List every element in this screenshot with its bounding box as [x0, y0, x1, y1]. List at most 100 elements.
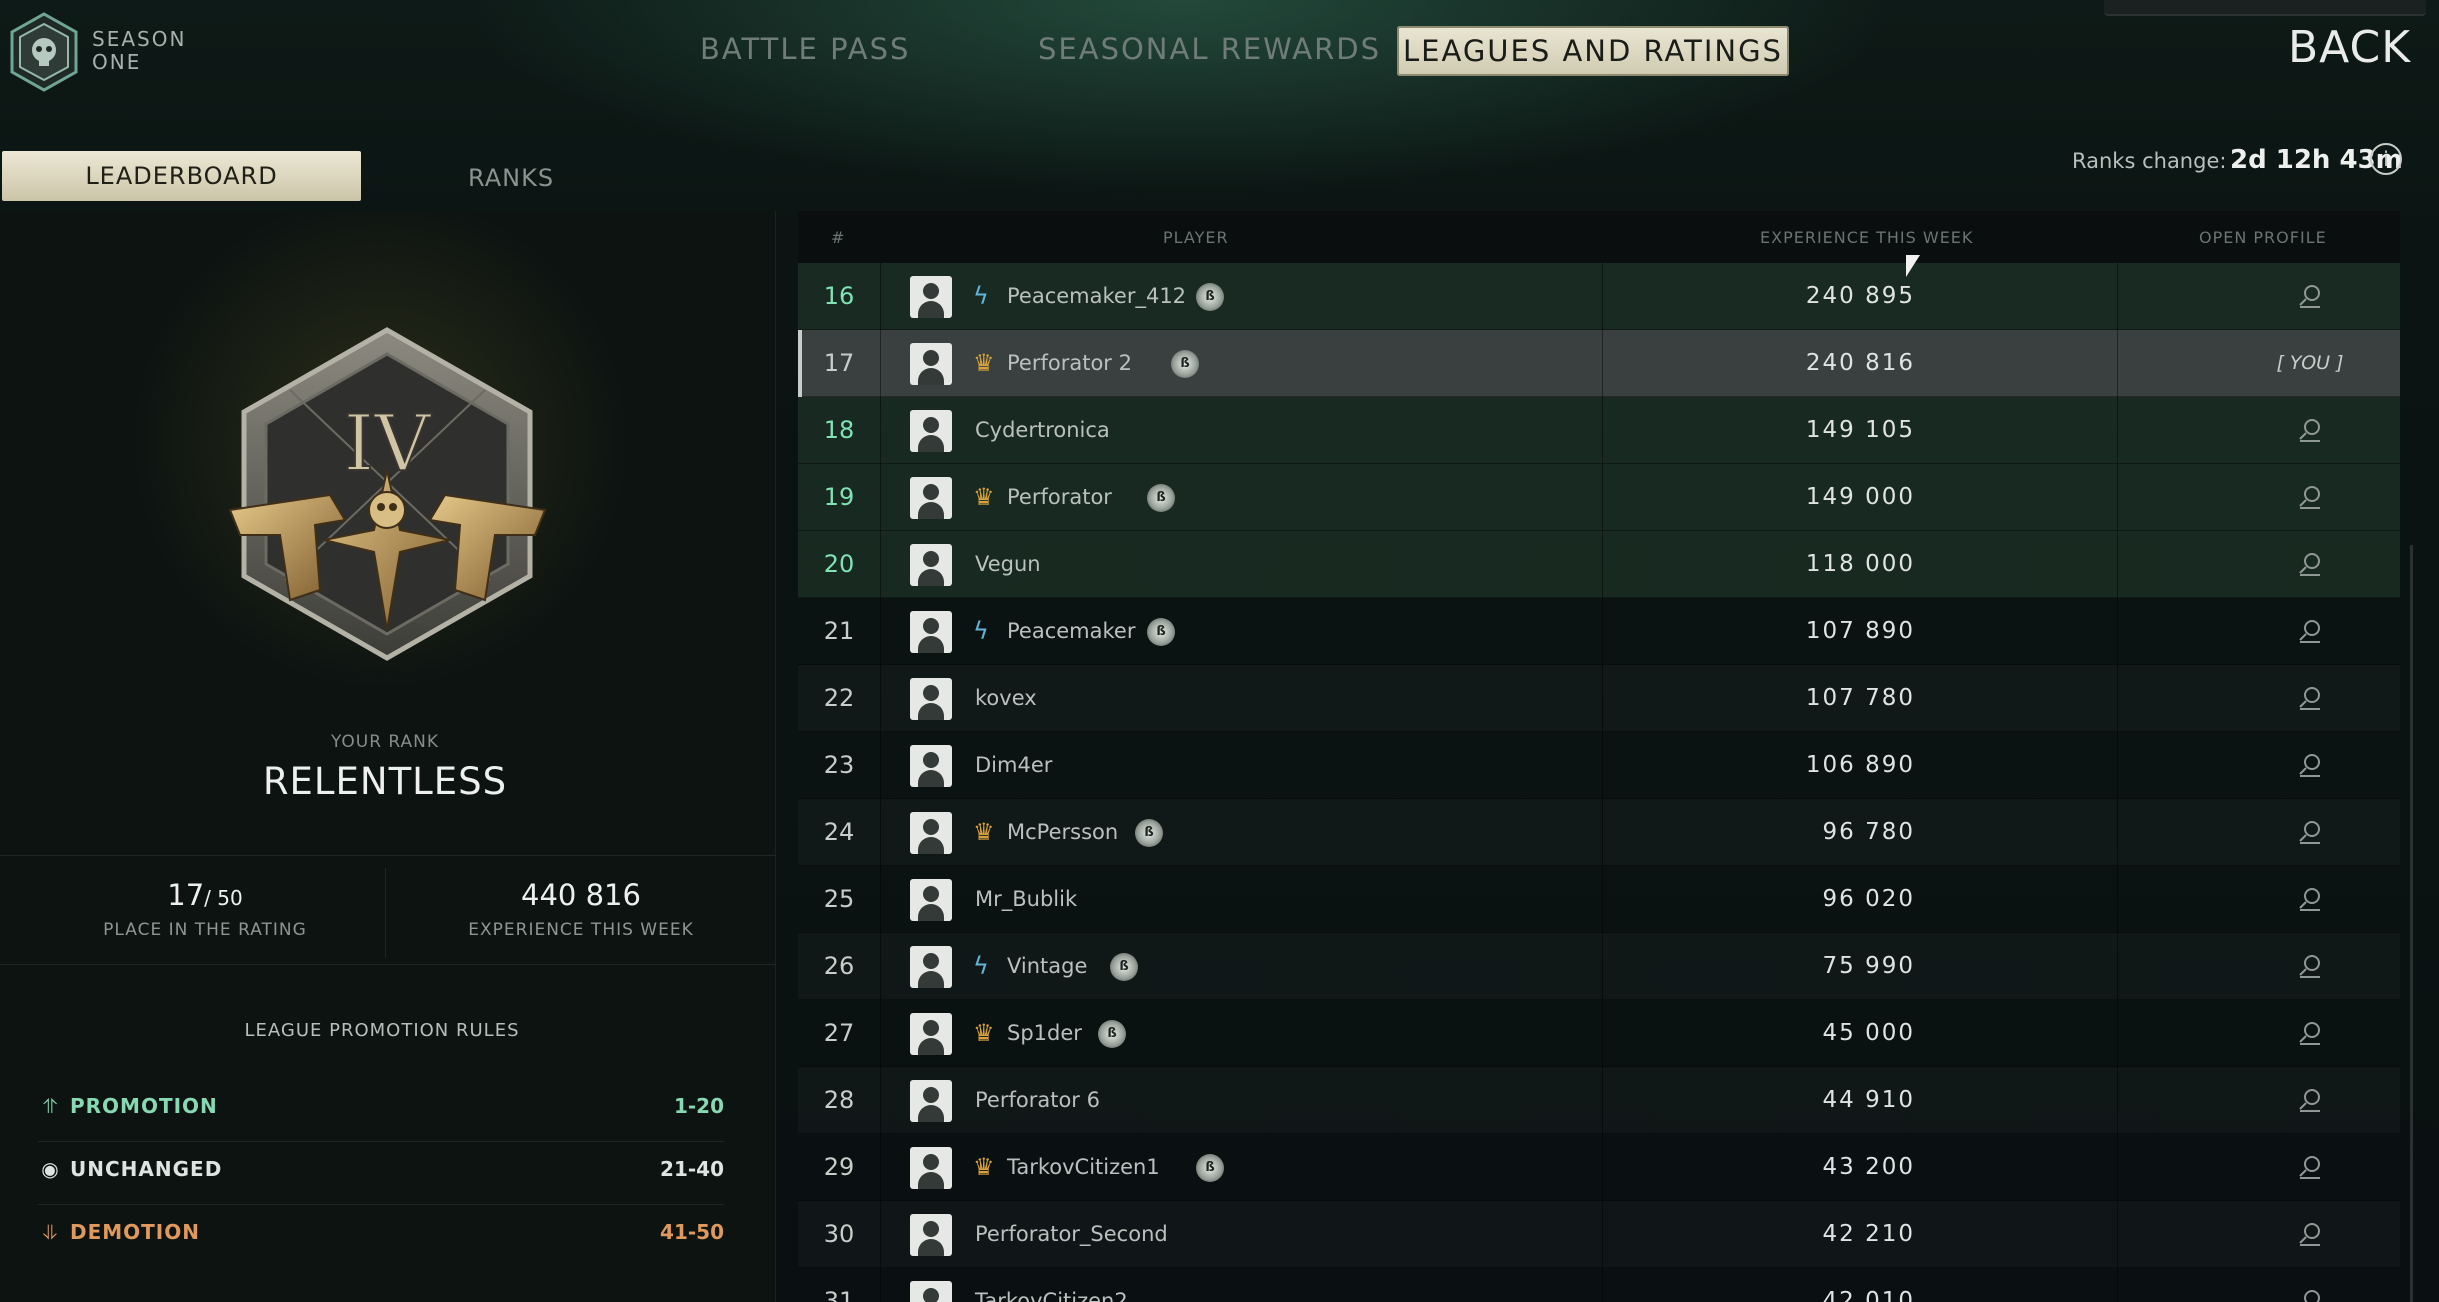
table-row[interactable]: 29 ♛ TarkovCitizen1 ß 43 200 — [798, 1134, 2400, 1201]
tab-ranks[interactable]: RANKS — [468, 164, 554, 192]
table-row[interactable]: 24 ♛ McPersson ß 96 780 — [798, 799, 2400, 866]
player-name: Peacemaker — [1007, 619, 1136, 643]
column-divider — [880, 330, 881, 397]
table-row[interactable]: 28 Perforator 6 44 910 — [798, 1067, 2400, 1134]
open-profile-icon[interactable] — [2260, 665, 2360, 711]
open-profile-icon[interactable] — [2260, 1134, 2360, 1180]
profile-search-icon — [2299, 687, 2320, 710]
table-row[interactable]: 31 TarkovCitizen2 42 010 — [798, 1268, 2400, 1302]
lightning-icon: ϟ — [973, 952, 989, 980]
player-name: Vegun — [975, 552, 1041, 576]
avatar-icon — [910, 343, 952, 385]
tab-leaderboard[interactable]: LEADERBOARD — [2, 151, 361, 201]
rule-label: PROMOTION — [70, 1094, 218, 1118]
place-label: PLACE IN THE RATING — [103, 920, 307, 940]
table-row[interactable]: 19 ♛ Perforator ß 149 000 — [798, 464, 2400, 531]
info-icon[interactable]: i — [2370, 143, 2402, 175]
table-row[interactable]: 30 Perforator_Second 42 210 — [798, 1201, 2400, 1268]
table-row[interactable]: 20 Vegun 118 000 — [798, 531, 2400, 598]
avatar-icon — [910, 611, 952, 653]
column-divider — [2117, 1201, 2118, 1268]
tab-battle-pass[interactable]: BATTLE PASS — [700, 32, 910, 72]
rule-range: 21-40 — [660, 1157, 724, 1181]
row-rank: 21 — [823, 617, 855, 645]
table-row[interactable]: 17 ♛ Perforator 2 ß 240 816 [ YOU ] — [798, 330, 2400, 397]
column-divider — [2117, 732, 2118, 799]
rule-label: DEMOTION — [70, 1220, 200, 1244]
profile-search-icon — [2299, 553, 2320, 576]
avatar-icon — [910, 410, 952, 452]
table-row[interactable]: 25 Mr_Bublik 96 020 — [798, 866, 2400, 933]
crown-icon: ♛ — [973, 1019, 995, 1047]
column-rank: # — [831, 228, 846, 247]
coin-badge-icon: ß — [1135, 819, 1163, 847]
avatar-icon — [910, 812, 952, 854]
row-rank: 23 — [823, 751, 855, 779]
crown-icon: ♛ — [973, 483, 995, 511]
open-profile-icon[interactable] — [2260, 732, 2360, 778]
table-row[interactable]: 27 ♛ Sp1der ß 45 000 — [798, 1000, 2400, 1067]
row-rank: 18 — [823, 416, 855, 444]
open-profile-icon[interactable] — [2260, 866, 2360, 912]
place-total: / 50 — [204, 886, 243, 910]
open-profile-icon[interactable] — [2260, 598, 2360, 644]
open-profile-icon[interactable] — [2260, 531, 2360, 577]
experience-label: EXPERIENCE THIS WEEK — [468, 920, 694, 940]
player-name: Mr_Bublik — [975, 887, 1078, 911]
avatar-icon — [910, 544, 952, 586]
player-name: Perforator 2 — [1007, 351, 1132, 375]
profile-search-icon — [2299, 285, 2320, 308]
avatar-icon — [910, 276, 952, 318]
open-profile-icon[interactable] — [2260, 1268, 2360, 1302]
column-divider — [2117, 531, 2118, 598]
crown-icon: ♛ — [973, 349, 995, 377]
scrollbar[interactable] — [2410, 545, 2413, 1302]
column-experience: EXPERIENCE THIS WEEK — [1760, 228, 1974, 247]
row-rank: 27 — [823, 1019, 855, 1047]
tab-seasonal-rewards[interactable]: SEASONAL REWARDS — [1038, 32, 1381, 72]
profile-search-icon — [2299, 888, 2320, 911]
experience-value: 440 816 — [521, 878, 641, 912]
open-profile-icon[interactable] — [2260, 1067, 2360, 1113]
table-row[interactable]: 23 Dim4er 106 890 — [798, 732, 2400, 799]
avatar-icon — [910, 678, 952, 720]
open-profile-icon[interactable] — [2260, 933, 2360, 979]
row-rank: 28 — [823, 1086, 855, 1114]
tab-leagues-and-ratings[interactable]: LEAGUES AND RATINGS — [1397, 26, 1789, 76]
open-profile-icon[interactable] — [2260, 263, 2360, 309]
open-profile-icon[interactable] — [2260, 799, 2360, 845]
rule-demotion: ⥥ DEMOTION 41-50 — [38, 1206, 724, 1268]
open-profile-icon[interactable] — [2260, 464, 2360, 510]
back-button[interactable]: BACK — [2288, 22, 2411, 73]
player-experience: 107 890 — [1805, 618, 1915, 644]
player-experience: 42 210 — [1822, 1221, 1915, 1247]
avatar-icon — [910, 1147, 952, 1189]
open-profile-icon[interactable] — [2260, 1000, 2360, 1046]
table-row[interactable]: 26 ϟ Vintage ß 75 990 — [798, 933, 2400, 1000]
rule-promotion: ⥣ PROMOTION 1-20 — [38, 1080, 724, 1142]
open-profile-icon[interactable] — [2260, 1201, 2360, 1247]
divider — [0, 855, 776, 856]
place-number: 17 — [167, 878, 205, 912]
table-row[interactable]: 16 ϟ Peacemaker_412 ß 240 895 — [798, 263, 2400, 330]
column-divider — [2117, 330, 2118, 397]
table-row[interactable]: 21 ϟ Peacemaker ß 107 890 — [798, 598, 2400, 665]
column-divider — [880, 866, 881, 933]
player-experience: 149 105 — [1805, 417, 1915, 443]
profile-search-icon — [2299, 1022, 2320, 1045]
lightning-icon: ϟ — [973, 617, 989, 645]
column-divider — [2117, 598, 2118, 665]
player-name: kovex — [975, 686, 1037, 710]
rule-unchanged: ◉ UNCHANGED 21-40 — [38, 1143, 724, 1205]
player-experience: 107 780 — [1805, 685, 1915, 711]
season-line2: ONE — [92, 50, 142, 74]
profile-search-icon — [2299, 486, 2320, 509]
avatar-icon — [910, 1013, 952, 1055]
player-name: TarkovCitizen1 — [1007, 1155, 1160, 1179]
open-profile-icon[interactable] — [2260, 397, 2360, 443]
table-row[interactable]: 22 kovex 107 780 — [798, 665, 2400, 732]
table-row[interactable]: 18 Cydertronica 149 105 — [798, 397, 2400, 464]
column-divider — [880, 665, 881, 732]
coin-badge-icon: ß — [1171, 350, 1199, 378]
avatar-icon — [910, 1080, 952, 1122]
